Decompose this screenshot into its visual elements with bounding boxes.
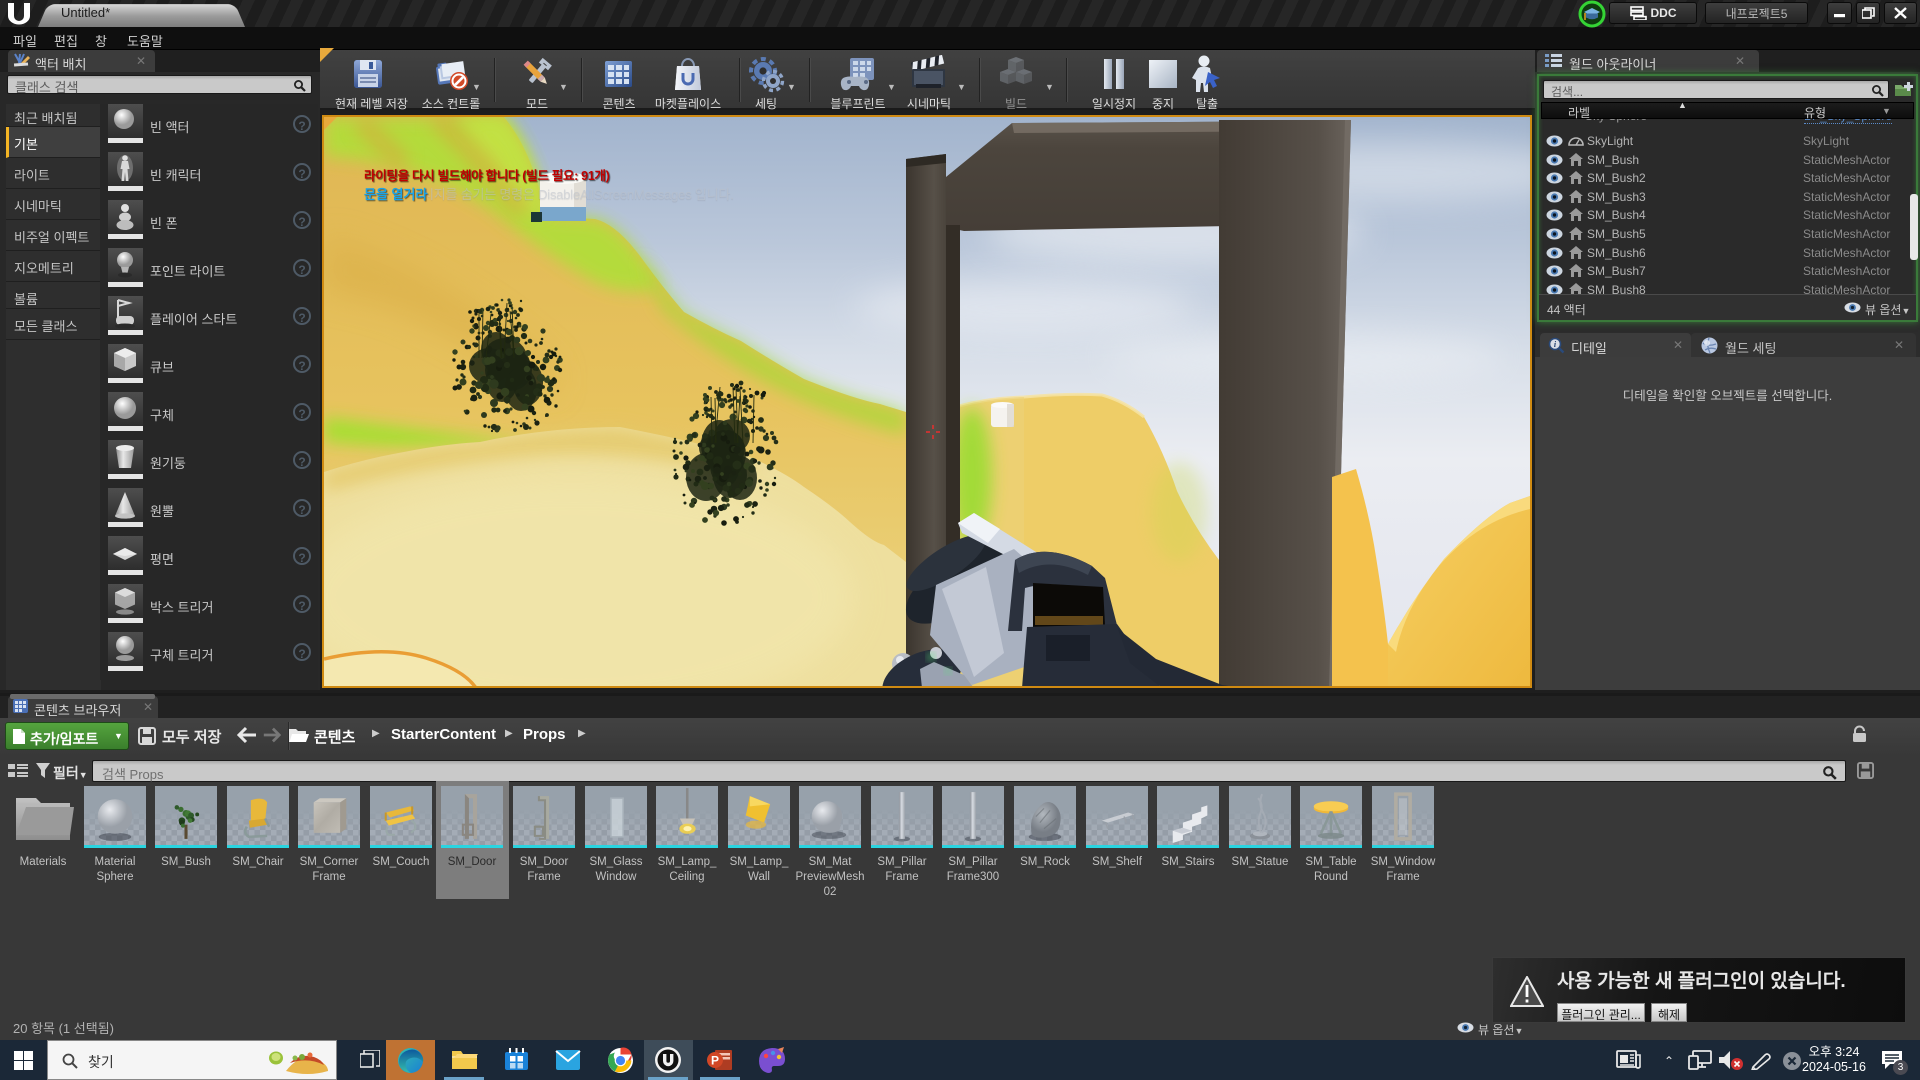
- svg-text:P: P: [711, 1054, 719, 1068]
